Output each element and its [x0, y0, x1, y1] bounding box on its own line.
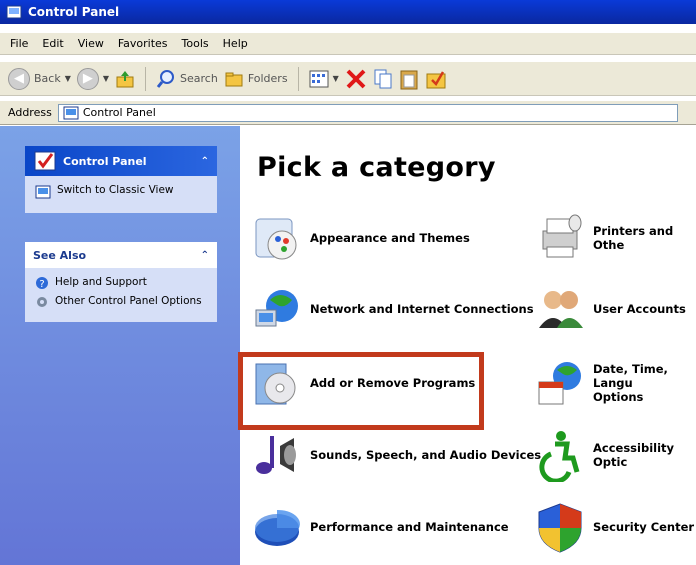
- task-pane-title: Control Panel: [63, 154, 147, 168]
- control-panel-task-pane: Control Panel ⌃ Switch to Classic View: [25, 146, 217, 213]
- views-button[interactable]: ▼: [309, 70, 339, 88]
- network-globe-icon: [250, 282, 304, 336]
- category-label: Appearance and Themes: [310, 231, 470, 245]
- category-accessibility-options[interactable]: Accessibility Optic: [533, 428, 696, 482]
- back-arrow-icon: ◀: [8, 67, 30, 90]
- menu-view[interactable]: View: [76, 36, 106, 51]
- toolbar-separator: [297, 66, 299, 91]
- collapse-icon[interactable]: ⌃: [201, 156, 209, 167]
- search-button[interactable]: Search: [156, 69, 218, 89]
- menu-file[interactable]: File: [8, 36, 30, 51]
- category-label: User Accounts: [593, 302, 686, 316]
- svg-text:?: ?: [39, 279, 44, 290]
- window-title: Control Panel: [28, 5, 120, 19]
- address-input[interactable]: Control Panel: [57, 103, 678, 122]
- task-pane-body: Switch to Classic View: [25, 176, 217, 213]
- undo-icon[interactable]: [425, 68, 447, 90]
- forward-arrow-icon: ▶: [76, 67, 99, 90]
- switch-classic-view-label: Switch to Classic View: [57, 184, 174, 196]
- globe-calendar-icon: [533, 356, 587, 410]
- paste-icon[interactable]: [399, 68, 419, 90]
- help-support-link[interactable]: ? Help and Support: [35, 276, 207, 290]
- category-label: Sounds, Speech, and Audio Devices: [310, 448, 542, 462]
- copy-icon[interactable]: [373, 68, 393, 90]
- category-appearance-themes[interactable]: Appearance and Themes: [250, 211, 470, 265]
- toolbar: ◀ Back ▼ ▶ ▼ Search Folders ▼: [0, 62, 696, 96]
- menu-bar: File Edit View Favorites Tools Help: [0, 33, 696, 55]
- category-security-center[interactable]: Security Center: [533, 500, 694, 554]
- title-bar: Control Panel: [0, 0, 696, 24]
- menu-tools[interactable]: Tools: [180, 36, 211, 51]
- category-label: Security Center: [593, 520, 695, 534]
- help-icon: ?: [36, 277, 48, 290]
- menu-favorites[interactable]: Favorites: [116, 36, 170, 51]
- up-folder-button[interactable]: [115, 69, 135, 89]
- other-options-label: Other Control Panel Options: [55, 295, 202, 307]
- category-label: Performance and Maintenance: [310, 520, 509, 534]
- delete-icon[interactable]: [345, 68, 367, 90]
- back-label: Back: [34, 72, 61, 85]
- category-printers-other-hardware[interactable]: Printers and Othe: [533, 211, 696, 265]
- classic-view-icon: [35, 185, 51, 199]
- category-label: Printers and Othe: [593, 224, 674, 252]
- address-value: Control Panel: [82, 106, 156, 119]
- folders-button[interactable]: Folders: [224, 69, 288, 89]
- chevron-down-icon: ▼: [332, 74, 339, 83]
- category-network-internet[interactable]: Network and Internet Connections: [250, 282, 534, 336]
- highlight-box: [238, 352, 484, 430]
- other-options-link[interactable]: Other Control Panel Options: [35, 295, 207, 309]
- speaker-note-icon: [250, 428, 304, 482]
- up-folder-icon: [116, 70, 134, 87]
- performance-pie-icon: [250, 500, 304, 554]
- address-bar: Address Control Panel: [0, 101, 696, 125]
- help-support-label: Help and Support: [55, 276, 147, 288]
- see-also-header[interactable]: See Also ⌃: [25, 242, 217, 268]
- chevron-down-icon: ▼: [102, 74, 110, 83]
- category-date-time-language[interactable]: Date, Time, Langu Options: [533, 356, 696, 410]
- printer-icon: [533, 211, 587, 265]
- shield-icon: [533, 500, 587, 554]
- page-title: Pick a category: [257, 152, 496, 183]
- category-user-accounts[interactable]: User Accounts: [533, 282, 686, 336]
- back-button[interactable]: ◀ Back ▼: [8, 67, 71, 90]
- category-label: Date, Time, Langu Options: [593, 362, 668, 404]
- address-label: Address: [8, 106, 52, 119]
- search-icon: [156, 69, 175, 88]
- control-panel-icon: [63, 106, 79, 119]
- control-panel-icon: [6, 5, 22, 19]
- sidebar: Control Panel ⌃ Switch to Classic View S…: [0, 126, 240, 565]
- see-also-title: See Also: [33, 248, 87, 262]
- control-panel-icon: [34, 151, 56, 171]
- chevron-down-icon: ▼: [64, 74, 71, 83]
- appearance-themes-icon: [250, 211, 304, 265]
- category-label: Accessibility Optic: [593, 441, 675, 469]
- views-icon: [309, 70, 329, 87]
- main-content: Pick a category Appearance and Themes Ne…: [240, 126, 696, 565]
- folders-icon: [225, 72, 243, 86]
- accessibility-icon: [533, 428, 587, 482]
- menu-edit[interactable]: Edit: [40, 36, 65, 51]
- folders-label: Folders: [247, 72, 288, 85]
- category-performance-maintenance[interactable]: Performance and Maintenance: [250, 500, 509, 554]
- task-pane-header[interactable]: Control Panel ⌃: [25, 146, 217, 176]
- users-icon: [533, 282, 587, 336]
- toolbar-separator: [145, 66, 147, 91]
- switch-classic-view-link[interactable]: Switch to Classic View: [35, 184, 207, 200]
- see-also-pane: See Also ⌃ ? Help and Support Other Cont…: [25, 242, 217, 322]
- see-also-body: ? Help and Support Other Control Panel O…: [25, 268, 217, 322]
- collapse-icon[interactable]: ⌃: [201, 250, 209, 261]
- search-label: Search: [180, 72, 218, 85]
- category-sounds-speech-audio[interactable]: Sounds, Speech, and Audio Devices: [250, 428, 541, 482]
- gear-icon: [37, 297, 47, 307]
- forward-button[interactable]: ▶ ▼: [76, 67, 110, 90]
- menu-help[interactable]: Help: [221, 36, 250, 51]
- category-label: Network and Internet Connections: [310, 302, 534, 316]
